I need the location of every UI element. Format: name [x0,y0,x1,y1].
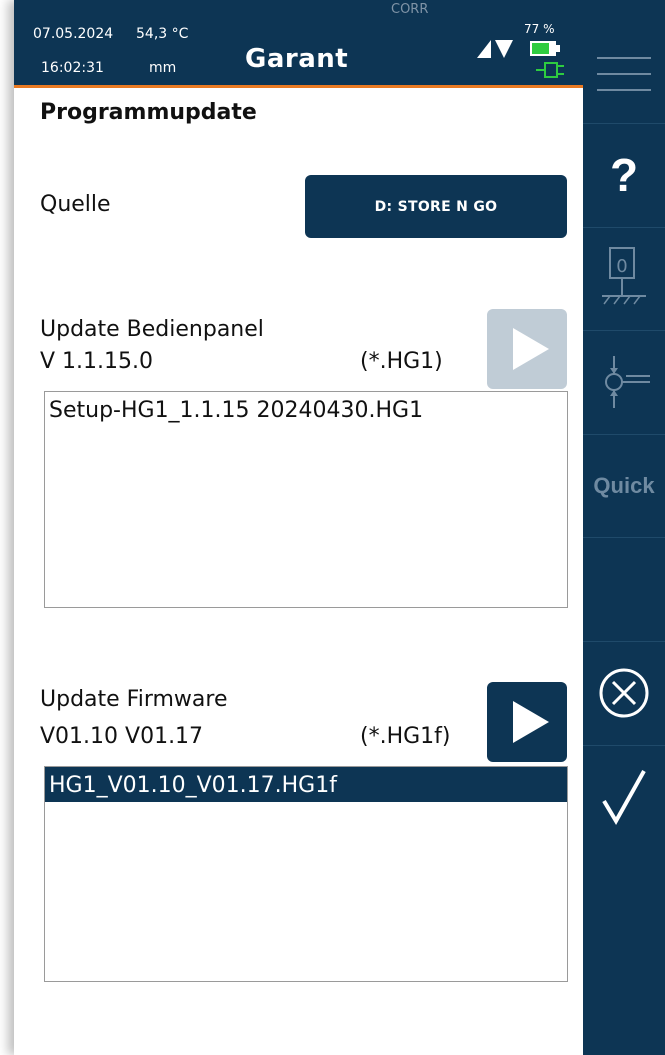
sidebar: ? 0 Quick [583,0,665,1055]
power-plug-icon [536,62,564,78]
corr-indicator: CORR [391,2,429,17]
page-title: Programmupdate [40,100,257,125]
quick-label: Quick [593,472,655,498]
zero-tare-button[interactable]: 0 [583,227,665,331]
menu-button[interactable] [583,0,665,124]
confirm-button[interactable] [583,745,665,849]
firmware-update-file-list[interactable]: HG1_V01.10_V01.17.HG1f [44,766,568,982]
signal-triangles-icon [477,40,513,58]
panel-update-title: Update Bedienpanel [40,317,264,342]
cancel-icon [599,668,649,718]
help-icon: ? [609,149,639,201]
panel-update-start-button[interactable] [487,309,567,389]
quick-button[interactable]: Quick [583,434,665,538]
list-item[interactable]: Setup-HG1_1.1.15 20240430.HG1 [45,392,567,427]
source-drive-button[interactable]: D: STORE N GO [305,175,567,238]
panel-update-file-list[interactable]: Setup-HG1_1.1.15 20240430.HG1 [44,391,568,608]
firmware-update-filter: (*.HG1f) [360,724,451,749]
sidebar-blank-slot [583,537,665,642]
play-icon [513,701,549,743]
status-header: 07.05.2024 16:02:31 54,3 °C mm Garant CO… [14,0,583,88]
help-button[interactable]: ? [583,123,665,228]
temperature-label: 54,3 °C [136,26,189,42]
firmware-update-version: V01.10 V01.17 [40,724,204,749]
panel-update-version: V 1.1.15.0 [40,349,154,374]
source-label: Quelle [40,192,111,217]
probe-icon [605,356,650,408]
date-label: 07.05.2024 [33,26,114,42]
menu-icon [597,56,651,91]
confirm-icon [602,770,646,825]
probe-button[interactable] [583,330,665,435]
zero-tare-icon: 0 [602,246,646,304]
unit-label: mm [149,60,177,76]
firmware-update-title: Update Firmware [40,687,228,712]
zero-tare-label: 0 [616,256,627,277]
battery-percent: 77 % [524,22,555,36]
firmware-update-start-button[interactable] [487,682,567,762]
cancel-button[interactable] [583,641,665,746]
main-content: Programmupdate Quelle D: STORE N GO Upda… [14,88,583,1055]
battery-icon [530,41,560,56]
panel-update-filter: (*.HG1) [360,349,443,374]
brand-logo: Garant [245,44,349,74]
time-label: 16:02:31 [41,60,104,76]
list-item[interactable]: HG1_V01.10_V01.17.HG1f [45,767,567,802]
play-icon [513,328,549,370]
